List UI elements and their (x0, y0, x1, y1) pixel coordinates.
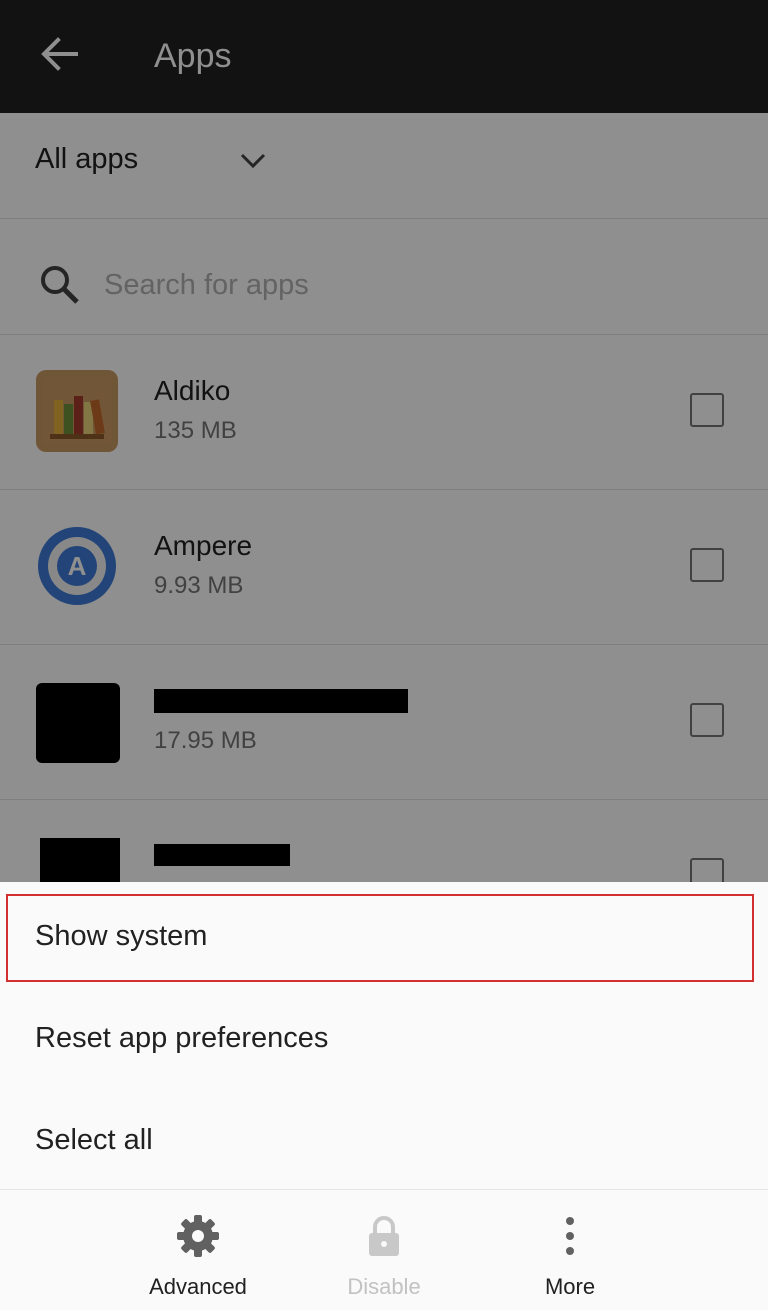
menu-item-select-all[interactable]: Select all (0, 1090, 768, 1192)
menu-item-reset-app-preferences[interactable]: Reset app preferences (0, 988, 768, 1090)
menu-item-label: Select all (35, 1124, 153, 1156)
disable-button[interactable]: Disable (284, 1190, 484, 1310)
advanced-button[interactable]: Advanced (98, 1190, 298, 1310)
more-options-sheet: Show system Reset app preferences Select… (0, 882, 768, 1310)
advanced-label: Advanced (149, 1274, 247, 1299)
bottom-action-bar: Advanced Disable More (0, 1189, 768, 1310)
menu-item-label: Reset app preferences (35, 1022, 329, 1054)
more-vert-icon (546, 1212, 594, 1260)
menu-item-show-system[interactable]: Show system (0, 886, 768, 988)
gear-icon (174, 1212, 222, 1260)
lock-icon (360, 1212, 408, 1260)
menu-item-label: Show system (35, 920, 208, 952)
disable-label: Disable (347, 1274, 421, 1299)
more-label: More (544, 1274, 596, 1299)
dim-overlay[interactable] (0, 0, 768, 882)
more-button[interactable]: More (470, 1190, 670, 1310)
